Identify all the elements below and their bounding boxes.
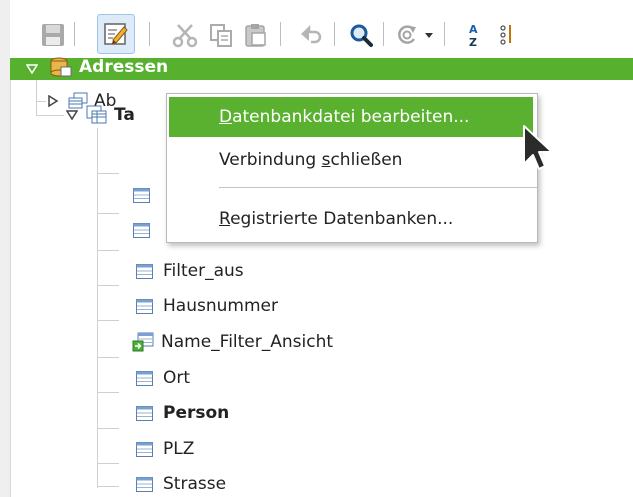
edit-button[interactable] bbox=[97, 14, 135, 54]
expand-triangle-icon[interactable] bbox=[47, 95, 59, 107]
refresh-dropdown-button[interactable] bbox=[418, 18, 440, 52]
tree-item-table[interactable]: Hausnummer bbox=[136, 294, 278, 318]
tree-item-label: Ta bbox=[114, 105, 135, 125]
tree-connector bbox=[97, 357, 119, 358]
paste-button[interactable] bbox=[239, 18, 273, 52]
tree-connector bbox=[97, 128, 98, 488]
svg-text:A: A bbox=[469, 23, 478, 36]
tree-connector bbox=[97, 285, 119, 286]
paste-icon bbox=[245, 24, 266, 47]
tree-connector bbox=[97, 428, 119, 429]
undo-button[interactable] bbox=[293, 18, 327, 52]
copy-button[interactable] bbox=[204, 18, 238, 52]
tree-connector bbox=[97, 320, 119, 321]
tree-root-row[interactable]: Adressen bbox=[10, 57, 633, 80]
sort-ascending-icon: A Z bbox=[469, 23, 478, 49]
cut-icon bbox=[172, 24, 198, 48]
menu-item-edit-database-file[interactable]: Datenbankdatei bearbeiten... bbox=[169, 97, 533, 137]
table-icon bbox=[133, 188, 150, 203]
toolbar-separator bbox=[383, 22, 384, 46]
table-icon bbox=[136, 298, 153, 314]
tree-item-label: PLZ bbox=[163, 439, 195, 459]
sort-descending-icon bbox=[500, 25, 511, 45]
tree-item-label: Hausnummer bbox=[163, 296, 278, 316]
copy-icon bbox=[210, 24, 232, 47]
sort-descending-button[interactable] bbox=[488, 18, 522, 52]
table-icon bbox=[133, 223, 150, 238]
menu-item-registered-databases[interactable]: Registrierte Datenbanken... bbox=[167, 199, 537, 239]
tree-connector bbox=[97, 213, 119, 214]
context-menu: Datenbankdatei bearbeiten... Verbindung … bbox=[166, 93, 538, 243]
menu-item-close-connection[interactable]: Verbindung schließen bbox=[167, 140, 537, 180]
refresh-icon bbox=[398, 25, 416, 44]
tree-item-label: Person bbox=[163, 403, 230, 423]
table-icon bbox=[136, 476, 153, 492]
tree-connector bbox=[97, 463, 119, 464]
tree-item-table[interactable]: Filter_aus bbox=[136, 259, 244, 283]
tables-folder-icon bbox=[86, 105, 107, 124]
undo-icon bbox=[301, 24, 322, 44]
tree-item-label: Name_Filter_Ansicht bbox=[161, 332, 334, 352]
toolbar-separator bbox=[280, 22, 281, 46]
edit-icon bbox=[104, 23, 128, 45]
table-icon bbox=[136, 405, 153, 421]
table-icon bbox=[136, 441, 153, 457]
tree-item-tables[interactable]: Ta bbox=[66, 103, 135, 127]
toolbar-separator bbox=[149, 22, 150, 46]
tree-connector bbox=[97, 173, 119, 174]
collapse-triangle-icon[interactable] bbox=[66, 110, 78, 120]
toolbar-separator bbox=[74, 22, 75, 46]
save-button[interactable] bbox=[36, 18, 70, 52]
tree-item-table[interactable]: PLZ bbox=[136, 437, 194, 461]
cut-button[interactable] bbox=[168, 18, 202, 52]
menu-item-label: Verbindung schließen bbox=[219, 150, 403, 170]
svg-text:Z: Z bbox=[469, 36, 477, 49]
tree-connector bbox=[36, 115, 64, 116]
tree-item-table[interactable]: Ort bbox=[136, 366, 190, 390]
view-icon bbox=[132, 332, 154, 352]
save-icon bbox=[42, 24, 64, 46]
toolbar-separator bbox=[334, 22, 335, 46]
tree-root-label: Adressen bbox=[79, 57, 169, 77]
find-button[interactable] bbox=[344, 18, 378, 52]
collapse-triangle-icon[interactable] bbox=[26, 64, 38, 74]
tree-item-table[interactable]: Person bbox=[136, 401, 229, 425]
sort-ascending-button[interactable]: A Z bbox=[456, 18, 490, 52]
menu-item-label: Registrierte Datenbanken... bbox=[219, 209, 454, 229]
toolbar: A Z bbox=[10, 0, 633, 58]
tree-connector bbox=[97, 392, 119, 393]
tree-connector bbox=[36, 80, 37, 116]
database-icon bbox=[50, 57, 72, 77]
table-icon bbox=[136, 370, 153, 386]
tree-item-view[interactable]: Name_Filter_Ansicht bbox=[132, 330, 333, 354]
dropdown-arrow-icon bbox=[425, 33, 433, 38]
menu-item-label: Datenbankdatei bearbeiten... bbox=[219, 107, 470, 127]
mouse-pointer-icon bbox=[523, 125, 553, 170]
tree-item-label: Filter_aus bbox=[163, 261, 244, 281]
menu-separator bbox=[219, 187, 537, 188]
tree-connector bbox=[97, 486, 119, 487]
tree-connector bbox=[97, 250, 119, 251]
tree-item-label: Ort bbox=[163, 368, 191, 388]
find-icon bbox=[350, 24, 373, 47]
tree-item-label: Strasse bbox=[163, 474, 227, 494]
toolbar-separator bbox=[444, 22, 445, 46]
table-icon bbox=[136, 263, 153, 279]
tree-connector bbox=[36, 101, 46, 102]
tree-item-table[interactable]: Strasse bbox=[136, 472, 226, 496]
